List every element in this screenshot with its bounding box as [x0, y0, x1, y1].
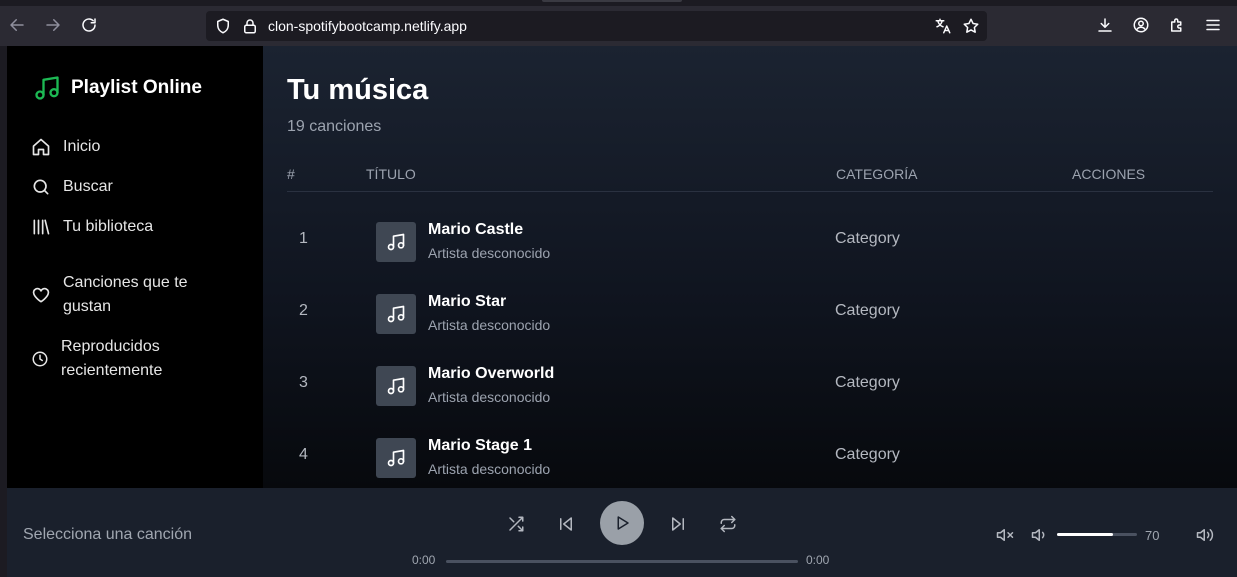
- song-count: 19 canciones: [287, 118, 382, 135]
- volume-value: 70: [1145, 528, 1160, 543]
- sidebar-item-label: Inicio: [63, 138, 101, 155]
- table-row[interactable]: 2 Mario Star Artista desconocido Categor…: [287, 282, 1213, 346]
- track-title: Mario Stage 1: [428, 437, 533, 454]
- track-artist: Artista desconocido: [428, 317, 551, 333]
- track-category: Category: [835, 374, 900, 391]
- track-category: Category: [835, 446, 900, 463]
- progress-bar[interactable]: [446, 560, 798, 563]
- app-logo[interactable]: Playlist Online: [33, 74, 202, 102]
- sidebar-item-liked-songs[interactable]: Canciones que te gustan: [31, 271, 231, 319]
- play-button[interactable]: [600, 501, 644, 545]
- column-header-actions: ACCIONES: [1072, 166, 1146, 182]
- volume-down-button[interactable]: [1030, 525, 1050, 545]
- music-note-icon: [387, 305, 405, 323]
- track-title: Mario Castle: [428, 221, 524, 238]
- account-icon[interactable]: [1130, 14, 1152, 36]
- sidebar-item-biblioteca[interactable]: Tu biblioteca: [31, 215, 153, 239]
- repeat-button[interactable]: [718, 514, 738, 534]
- row-number: 2: [299, 302, 308, 319]
- table-row[interactable]: 3 Mario Overworld Artista desconocido Ca…: [287, 354, 1213, 418]
- track-thumbnail: [376, 366, 416, 406]
- current-time: 0:00: [412, 553, 436, 567]
- table-row[interactable]: 4 Mario Stage 1 Artista desconocido Cate…: [287, 426, 1213, 488]
- track-thumbnail: [376, 222, 416, 262]
- downloads-icon[interactable]: [1094, 14, 1116, 36]
- main-content: Tu música 19 canciones # TÍTULO CATEGORÍ…: [263, 46, 1237, 488]
- sidebar-item-buscar[interactable]: Buscar: [31, 175, 113, 199]
- volume-slider-fill: [1057, 533, 1113, 536]
- page-title: Tu música: [287, 74, 429, 106]
- row-number: 1: [299, 230, 308, 247]
- menu-hamburger-icon[interactable]: [1202, 14, 1224, 36]
- previous-button[interactable]: [556, 514, 576, 534]
- translate-icon[interactable]: [932, 15, 954, 37]
- sidebar-item-inicio[interactable]: Inicio: [31, 135, 100, 159]
- column-header-title: TÍTULO: [366, 166, 416, 182]
- active-tab-indicator: [542, 0, 682, 2]
- back-arrow-icon[interactable]: [6, 14, 28, 36]
- row-number: 3: [299, 374, 308, 391]
- music-note-icon: [387, 377, 405, 395]
- sidebar: Playlist Online Inicio Buscar Tu bibliot…: [7, 46, 263, 488]
- bookmark-star-icon[interactable]: [960, 15, 982, 37]
- shuffle-icon: [509, 516, 524, 532]
- track-artist: Artista desconocido: [428, 245, 551, 261]
- column-header-number: #: [287, 166, 295, 182]
- track-thumbnail: [376, 294, 416, 334]
- search-icon: [33, 179, 49, 195]
- next-button[interactable]: [668, 514, 688, 534]
- mute-button[interactable]: [995, 525, 1015, 545]
- reload-icon[interactable]: [78, 14, 100, 36]
- sidebar-item-recent[interactable]: Reproducidos recientemente: [31, 335, 231, 383]
- address-bar[interactable]: clon-spotifybootcamp.netlify.app: [206, 11, 987, 41]
- clock-icon: [32, 351, 48, 367]
- sidebar-item-label: Reproducidos recientemente: [61, 338, 163, 379]
- volume-up-button[interactable]: [1195, 525, 1215, 545]
- total-time: 0:00: [806, 553, 830, 567]
- music-note-icon: [387, 449, 405, 467]
- sidebar-item-label: Canciones que te gustan: [63, 274, 188, 315]
- volume-slider[interactable]: [1057, 533, 1137, 536]
- shield-icon[interactable]: [212, 15, 234, 37]
- volume-mute-icon: [996, 529, 1014, 541]
- track-artist: Artista desconocido: [428, 389, 551, 405]
- shuffle-button[interactable]: [506, 514, 526, 534]
- music-note-logo-icon: [35, 76, 59, 100]
- track-thumbnail: [376, 438, 416, 478]
- skip-forward-icon: [672, 517, 684, 531]
- browser-toolbar: clon-spotifybootcamp.netlify.app: [0, 6, 1237, 46]
- music-note-icon: [387, 233, 405, 251]
- track-title: Mario Overworld: [428, 365, 555, 382]
- sidebar-item-label: Buscar: [63, 178, 113, 195]
- play-icon: [617, 516, 629, 530]
- track-title: Mario Star: [428, 293, 507, 310]
- row-number: 4: [299, 446, 308, 463]
- player-bar: Selecciona una canción 0:00 0:00 70: [7, 488, 1237, 577]
- now-playing-text: Selecciona una canción: [23, 526, 193, 543]
- extensions-icon[interactable]: [1166, 14, 1188, 36]
- url-text[interactable]: clon-spotifybootcamp.netlify.app: [268, 18, 467, 34]
- column-header-category: CATEGORÍA: [836, 166, 918, 182]
- skip-back-icon: [560, 517, 572, 531]
- lock-icon[interactable]: [239, 15, 261, 37]
- track-category: Category: [835, 302, 900, 319]
- table-row[interactable]: 1 Mario Castle Artista desconocido Categ…: [287, 210, 1213, 274]
- forward-arrow-icon[interactable]: [42, 14, 64, 36]
- library-icon: [33, 219, 50, 235]
- home-icon: [32, 138, 50, 156]
- header-divider: [287, 191, 1213, 192]
- track-artist: Artista desconocido: [428, 461, 551, 477]
- repeat-icon: [720, 515, 736, 533]
- track-category: Category: [835, 230, 900, 247]
- volume-high-icon: [1196, 529, 1214, 541]
- heart-icon: [32, 287, 50, 303]
- logo-text: Playlist Online: [71, 77, 202, 98]
- volume-low-icon: [1031, 529, 1045, 541]
- sidebar-item-label: Tu biblioteca: [63, 218, 154, 235]
